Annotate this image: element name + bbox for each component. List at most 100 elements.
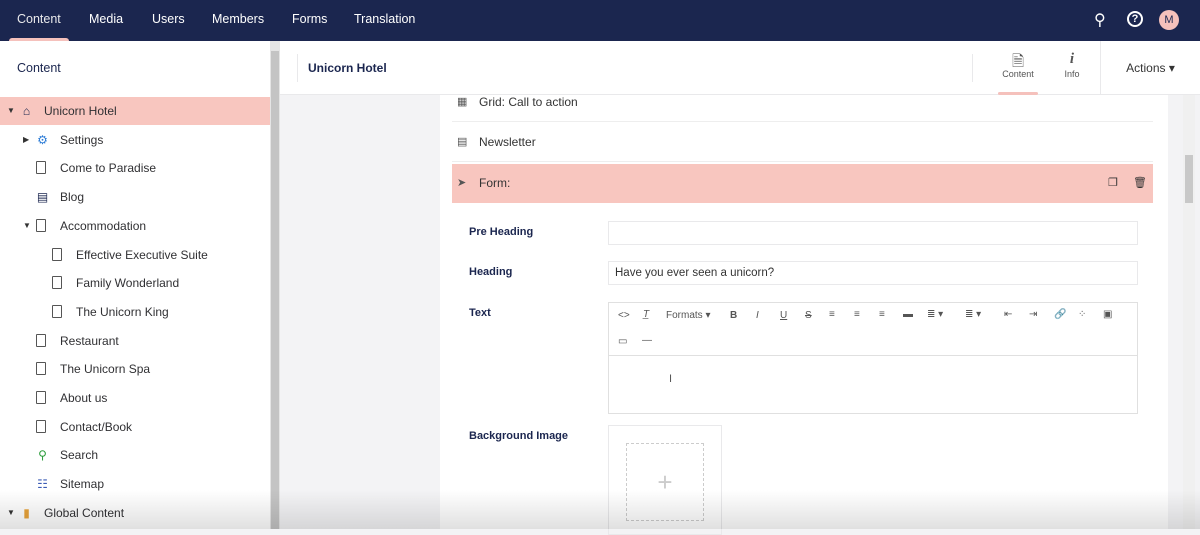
italic-icon[interactable]: I [756, 310, 759, 321]
add-image-icon[interactable]: + [626, 443, 704, 521]
tree-item[interactable]: ☷ Sitemap [0, 470, 270, 498]
tree-item-label: The Unicorn Spa [60, 362, 151, 377]
document-icon [36, 333, 46, 347]
actions-label: Actions [1126, 61, 1166, 75]
home-icon: ⌂ [22, 104, 31, 118]
nav-content[interactable]: Content [9, 0, 69, 41]
top-navigation: Content Media Users Members Forms Transl… [0, 0, 1200, 41]
document-icon [36, 391, 46, 404]
tree-item-label: Effective Executive Suite [76, 247, 208, 262]
horizontal-rule-icon[interactable]: — [642, 335, 652, 346]
document-icon [36, 161, 46, 175]
pre-heading-input[interactable] [608, 221, 1138, 245]
tree-item-label: Contact/Book [60, 419, 133, 434]
tree-item-label: About us [60, 391, 108, 405]
unlink-icon[interactable]: ⁘ [1078, 309, 1086, 320]
caret-down-icon[interactable]: ▼ [7, 499, 15, 527]
tree-item[interactable]: The Unicorn King [0, 298, 270, 326]
formats-dropdown[interactable]: Formats ▾ [666, 310, 710, 321]
document-icon [52, 247, 62, 261]
search-icon[interactable]: ⚲ [1094, 10, 1106, 30]
search-icon: ⚲ [38, 448, 47, 463]
copy-icon[interactable]: ❐ [1108, 164, 1118, 203]
tree-item[interactable]: ▼ Accommodation [0, 212, 270, 240]
caret-down-icon[interactable]: ▼ [23, 212, 31, 240]
tree-item[interactable]: The Unicorn Spa [0, 355, 270, 383]
tree-item[interactable]: Restaurant [0, 327, 270, 355]
help-icon[interactable]: ? [1127, 11, 1143, 27]
image-icon[interactable]: ▣ [1103, 309, 1112, 320]
tree-item[interactable]: ▼ ⌂ Unicorn Hotel [0, 97, 270, 125]
strikethrough-icon[interactable]: S [805, 310, 812, 321]
editor-scrollbar[interactable] [1183, 95, 1195, 529]
embed-icon[interactable]: ▭ [618, 336, 627, 347]
info-icon: i [1069, 51, 1075, 67]
bullet-list-icon[interactable]: ≣ ▾ [927, 309, 943, 320]
numbered-list-icon[interactable]: ≣ ▾ [965, 309, 981, 320]
formats-label: Formats [666, 310, 703, 321]
node-name-input[interactable]: Unicorn Hotel [297, 54, 973, 82]
nav-translation[interactable]: Translation [354, 0, 415, 41]
caret-right-icon[interactable]: ▶ [23, 126, 29, 154]
rte-toolbar: <> T̲ Formats ▾ B I U S ≡ ≡ ≡ ▬ ≣ ▾ ≣ ▾ … [609, 303, 1137, 356]
nav-users[interactable]: Users [152, 0, 185, 41]
background-image-label: Background Image [469, 430, 569, 442]
block-grid-call-to-action[interactable]: ▦ Grid: Call to action [452, 83, 1153, 122]
tab-label: Info [1064, 69, 1080, 79]
source-code-icon[interactable]: <> [618, 310, 630, 321]
tree-item[interactable]: Contact/Book [0, 413, 270, 441]
indent-icon[interactable]: ⇥ [1029, 309, 1037, 320]
tree-item-label: Unicorn Hotel [44, 104, 117, 118]
tree-item-label: Settings [60, 132, 104, 147]
block-form[interactable]: ➤ Form: ❐ 🗑 [452, 164, 1153, 203]
tree-item-label: Search [60, 448, 99, 463]
tree-title: Content [17, 61, 61, 75]
gear-icon: ⚙ [37, 132, 48, 147]
grid-icon: ▦ [457, 96, 468, 108]
document-icon [36, 419, 46, 433]
tree-item-label: Accommodation [60, 218, 147, 233]
background-image-picker[interactable]: + [608, 425, 722, 535]
sitemap-icon: ☷ [37, 477, 48, 492]
tree-item[interactable]: Come to Paradise [0, 154, 270, 182]
rich-text-editor[interactable]: <> T̲ Formats ▾ B I U S ≡ ≡ ≡ ▬ ≣ ▾ ≣ ▾ … [608, 302, 1138, 414]
clear-format-icon[interactable]: T̲ [643, 309, 649, 320]
blog-icon: ▤ [36, 190, 49, 205]
tree-item[interactable]: ▼ ▮ Global Content [0, 499, 270, 527]
caret-down-icon[interactable]: ▼ [7, 97, 15, 125]
tree-item-label: Sitemap [60, 477, 105, 492]
tree-item[interactable]: Effective Executive Suite [0, 241, 270, 269]
tree-item-label: Family Wonderland [76, 276, 180, 291]
align-right-icon[interactable]: ≡ [879, 309, 885, 320]
tree-item-label: Restaurant [60, 333, 119, 348]
tree-item-label: Come to Paradise [60, 161, 157, 176]
tree-item-label: Global Content [44, 505, 125, 520]
document-icon [52, 276, 62, 290]
avatar[interactable]: M [1159, 10, 1179, 30]
send-icon: ➤ [457, 177, 467, 189]
link-icon[interactable]: 🔗 [1054, 309, 1066, 320]
justify-icon[interactable]: ▬ [903, 309, 913, 320]
tree-item[interactable]: About us [0, 384, 270, 412]
nav-media[interactable]: Media [89, 0, 123, 41]
document-icon [52, 304, 62, 318]
tree-item-label: The Unicorn King [76, 304, 169, 319]
underline-icon[interactable]: U [780, 310, 787, 321]
newsletter-icon: ▤ [457, 136, 468, 148]
trash-icon[interactable]: 🗑 [1133, 164, 1147, 203]
tree-item[interactable]: ⚲ Search [0, 441, 270, 469]
tree-item-label: Blog [60, 190, 85, 205]
block-newsletter[interactable]: ▤ Newsletter [452, 123, 1153, 162]
heading-input[interactable]: Have you ever seen a unicorn? [608, 261, 1138, 285]
sidebar-scrollbar[interactable] [270, 41, 280, 529]
nav-members[interactable]: Members [212, 0, 264, 41]
nav-forms[interactable]: Forms [292, 0, 327, 41]
pre-heading-label: Pre Heading [469, 226, 534, 238]
tree-item[interactable]: ▤ Blog [0, 183, 270, 211]
tree-item[interactable]: Family Wonderland [0, 269, 270, 297]
align-center-icon[interactable]: ≡ [854, 309, 860, 320]
outdent-icon[interactable]: ⇤ [1004, 309, 1012, 320]
bold-icon[interactable]: B [730, 310, 737, 321]
align-left-icon[interactable]: ≡ [829, 309, 835, 320]
tree-item[interactable]: ▶ ⚙ Settings [0, 126, 270, 154]
